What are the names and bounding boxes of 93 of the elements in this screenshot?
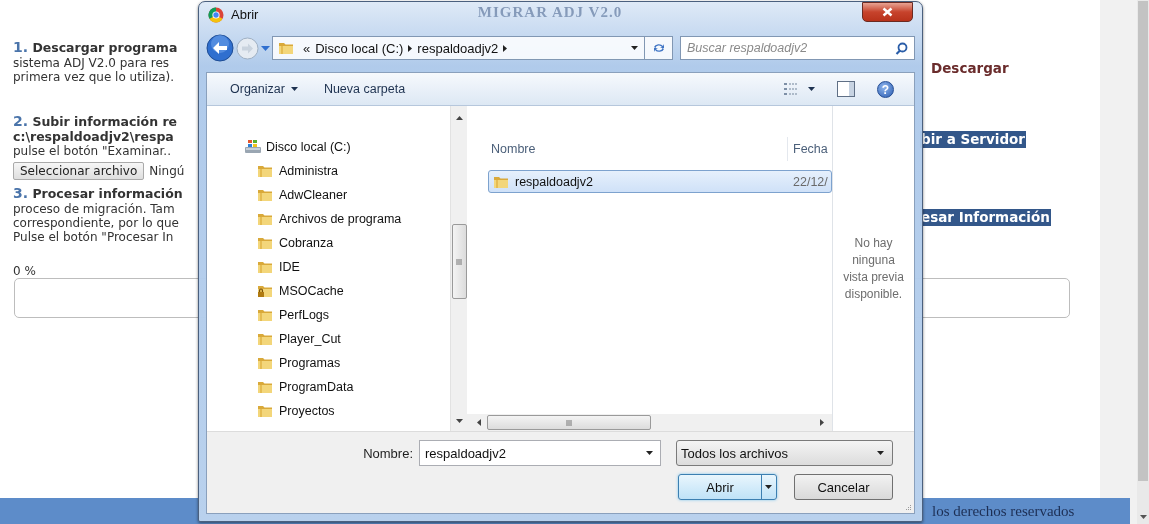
breadcrumb-segment[interactable]: Disco local (C:) bbox=[315, 40, 404, 56]
tree-item[interactable]: Programas bbox=[207, 351, 450, 375]
scroll-down-arrow-icon[interactable] bbox=[1139, 515, 1147, 519]
scroll-down-arrow-icon[interactable] bbox=[455, 419, 463, 423]
scrollbar[interactable] bbox=[1137, 0, 1149, 524]
filename-label: Nombre: bbox=[363, 445, 413, 461]
column-header[interactable]: Fecha bbox=[787, 137, 832, 161]
grip-icon bbox=[566, 419, 572, 426]
folder-icon bbox=[257, 163, 273, 179]
scroll-right-arrow-icon[interactable] bbox=[820, 419, 824, 426]
step-heading: 2. Subir información re bbox=[13, 113, 178, 130]
instruction-text: Pulse el botón "Procesar In bbox=[13, 230, 174, 244]
tree-item[interactable]: Player_Cut bbox=[207, 327, 450, 351]
breadcrumb-arrow-icon[interactable] bbox=[503, 44, 508, 52]
progress-reading: 0 % bbox=[13, 264, 36, 278]
back-button[interactable] bbox=[206, 34, 234, 62]
folder-icon bbox=[257, 355, 273, 371]
file-date: 22/12/ bbox=[793, 174, 828, 189]
tree-item[interactable]: ProgramData bbox=[207, 375, 450, 399]
instruction-text: proceso de migración. Tam bbox=[13, 202, 175, 216]
folder-icon bbox=[257, 211, 273, 227]
tree-item[interactable]: IDE bbox=[207, 255, 450, 279]
close-button[interactable] bbox=[862, 2, 913, 22]
caret-icon bbox=[808, 87, 815, 91]
refresh-button[interactable] bbox=[645, 36, 673, 60]
grip-icon bbox=[456, 258, 462, 265]
folder-icon bbox=[257, 235, 273, 251]
breadcrumb-overflow[interactable]: « bbox=[303, 40, 311, 56]
close-icon bbox=[882, 7, 893, 17]
app-icon bbox=[208, 7, 224, 23]
filename-combobox[interactable]: respaldoadjv2 bbox=[419, 440, 661, 466]
tree-item[interactable]: MSOCache bbox=[207, 279, 450, 303]
preview-message: No hay ninguna vista previa disponible. bbox=[842, 234, 905, 303]
breadcrumb-segment[interactable]: respaldoadjv2 bbox=[417, 40, 499, 56]
folder-icon bbox=[278, 40, 294, 56]
search-icon bbox=[895, 41, 908, 55]
file-name: respaldoadjv2 bbox=[515, 174, 594, 189]
footer-text: los derechos reservados bbox=[932, 502, 1075, 521]
tree-item[interactable]: Archivos de programa bbox=[207, 207, 450, 231]
tree-item[interactable]: Cobranza bbox=[207, 231, 450, 255]
search-box[interactable]: Buscar respaldoadjv2 bbox=[680, 36, 915, 60]
tree-item[interactable]: Disco local (C:) bbox=[207, 135, 450, 159]
scroll-up-arrow-icon[interactable] bbox=[455, 116, 463, 120]
drive-icon bbox=[244, 139, 262, 155]
step-heading: 1. Descargar programa bbox=[13, 39, 178, 56]
locked-folder-icon bbox=[257, 283, 273, 299]
column-header[interactable]: Nombre bbox=[467, 137, 787, 161]
folder-icon bbox=[257, 187, 273, 203]
folder-icon bbox=[257, 379, 273, 395]
breadcrumb-arrow-icon[interactable] bbox=[408, 44, 413, 52]
instruction-text: primera vez que lo utiliza). bbox=[13, 70, 175, 84]
address-bar[interactable]: « Disco local (C:) respaldoadjv2 bbox=[272, 36, 645, 60]
file-status: Ningú bbox=[149, 163, 185, 180]
scroll-left-arrow-icon[interactable] bbox=[477, 419, 481, 426]
choose-file-button[interactable]: Seleccionar archivo bbox=[13, 162, 145, 180]
file-row[interactable]: respaldoadjv2 22/12/ bbox=[488, 170, 832, 193]
resize-grip-icon[interactable] bbox=[904, 503, 912, 511]
cancel-button[interactable]: Cancelar bbox=[794, 474, 893, 500]
page-title: MIGRAR ADJ V2.0 bbox=[477, 3, 623, 22]
refresh-icon bbox=[651, 42, 666, 54]
preview-pane-button[interactable] bbox=[837, 81, 855, 97]
path-text: c:\respaldoadjv2\respa bbox=[13, 130, 174, 144]
dialog-title: Abrir bbox=[231, 6, 259, 24]
file-type-dropdown[interactable]: Todos los archivos bbox=[676, 440, 893, 466]
history-dropdown-icon[interactable] bbox=[261, 45, 270, 51]
instruction-text: sistema ADJ V2.0 para res bbox=[13, 56, 170, 70]
toolbar-button[interactable]: Nueva carpeta bbox=[323, 82, 406, 96]
tree-item[interactable]: PerfLogs bbox=[207, 303, 450, 327]
step-heading: 3. Procesar información bbox=[13, 185, 183, 202]
instruction-text: correspondiente, por lo que bbox=[13, 216, 179, 230]
dropdown-caret-icon bbox=[631, 46, 638, 50]
folder-icon bbox=[257, 259, 273, 275]
pane-icon bbox=[837, 81, 855, 97]
action-link[interactable]: Descargar bbox=[920, 59, 1009, 77]
folder-icon bbox=[257, 331, 273, 347]
tree-item[interactable]: Administra bbox=[207, 159, 450, 183]
toolbar-button[interactable]: Organizar bbox=[230, 82, 298, 96]
open-button[interactable]: Abrir bbox=[678, 474, 777, 500]
caret-icon bbox=[646, 451, 653, 455]
caret-icon bbox=[765, 485, 772, 489]
caret-icon bbox=[877, 451, 884, 455]
tree-item[interactable]: AdwCleaner bbox=[207, 183, 450, 207]
filename-field[interactable]: respaldoadjv2 bbox=[425, 441, 646, 465]
scrollbar[interactable] bbox=[467, 414, 832, 431]
list-view-icon bbox=[783, 82, 799, 96]
folder-icon bbox=[257, 403, 273, 419]
instruction-text: pulse el botón "Examinar.. bbox=[13, 144, 171, 158]
scrollbar[interactable] bbox=[450, 106, 467, 431]
view-options-button[interactable] bbox=[783, 82, 815, 96]
folder-icon bbox=[257, 307, 273, 323]
search-field[interactable]: Buscar respaldoadjv2 bbox=[687, 37, 895, 59]
tree-item[interactable]: Proyectos bbox=[207, 399, 450, 423]
caret-icon bbox=[290, 87, 298, 91]
